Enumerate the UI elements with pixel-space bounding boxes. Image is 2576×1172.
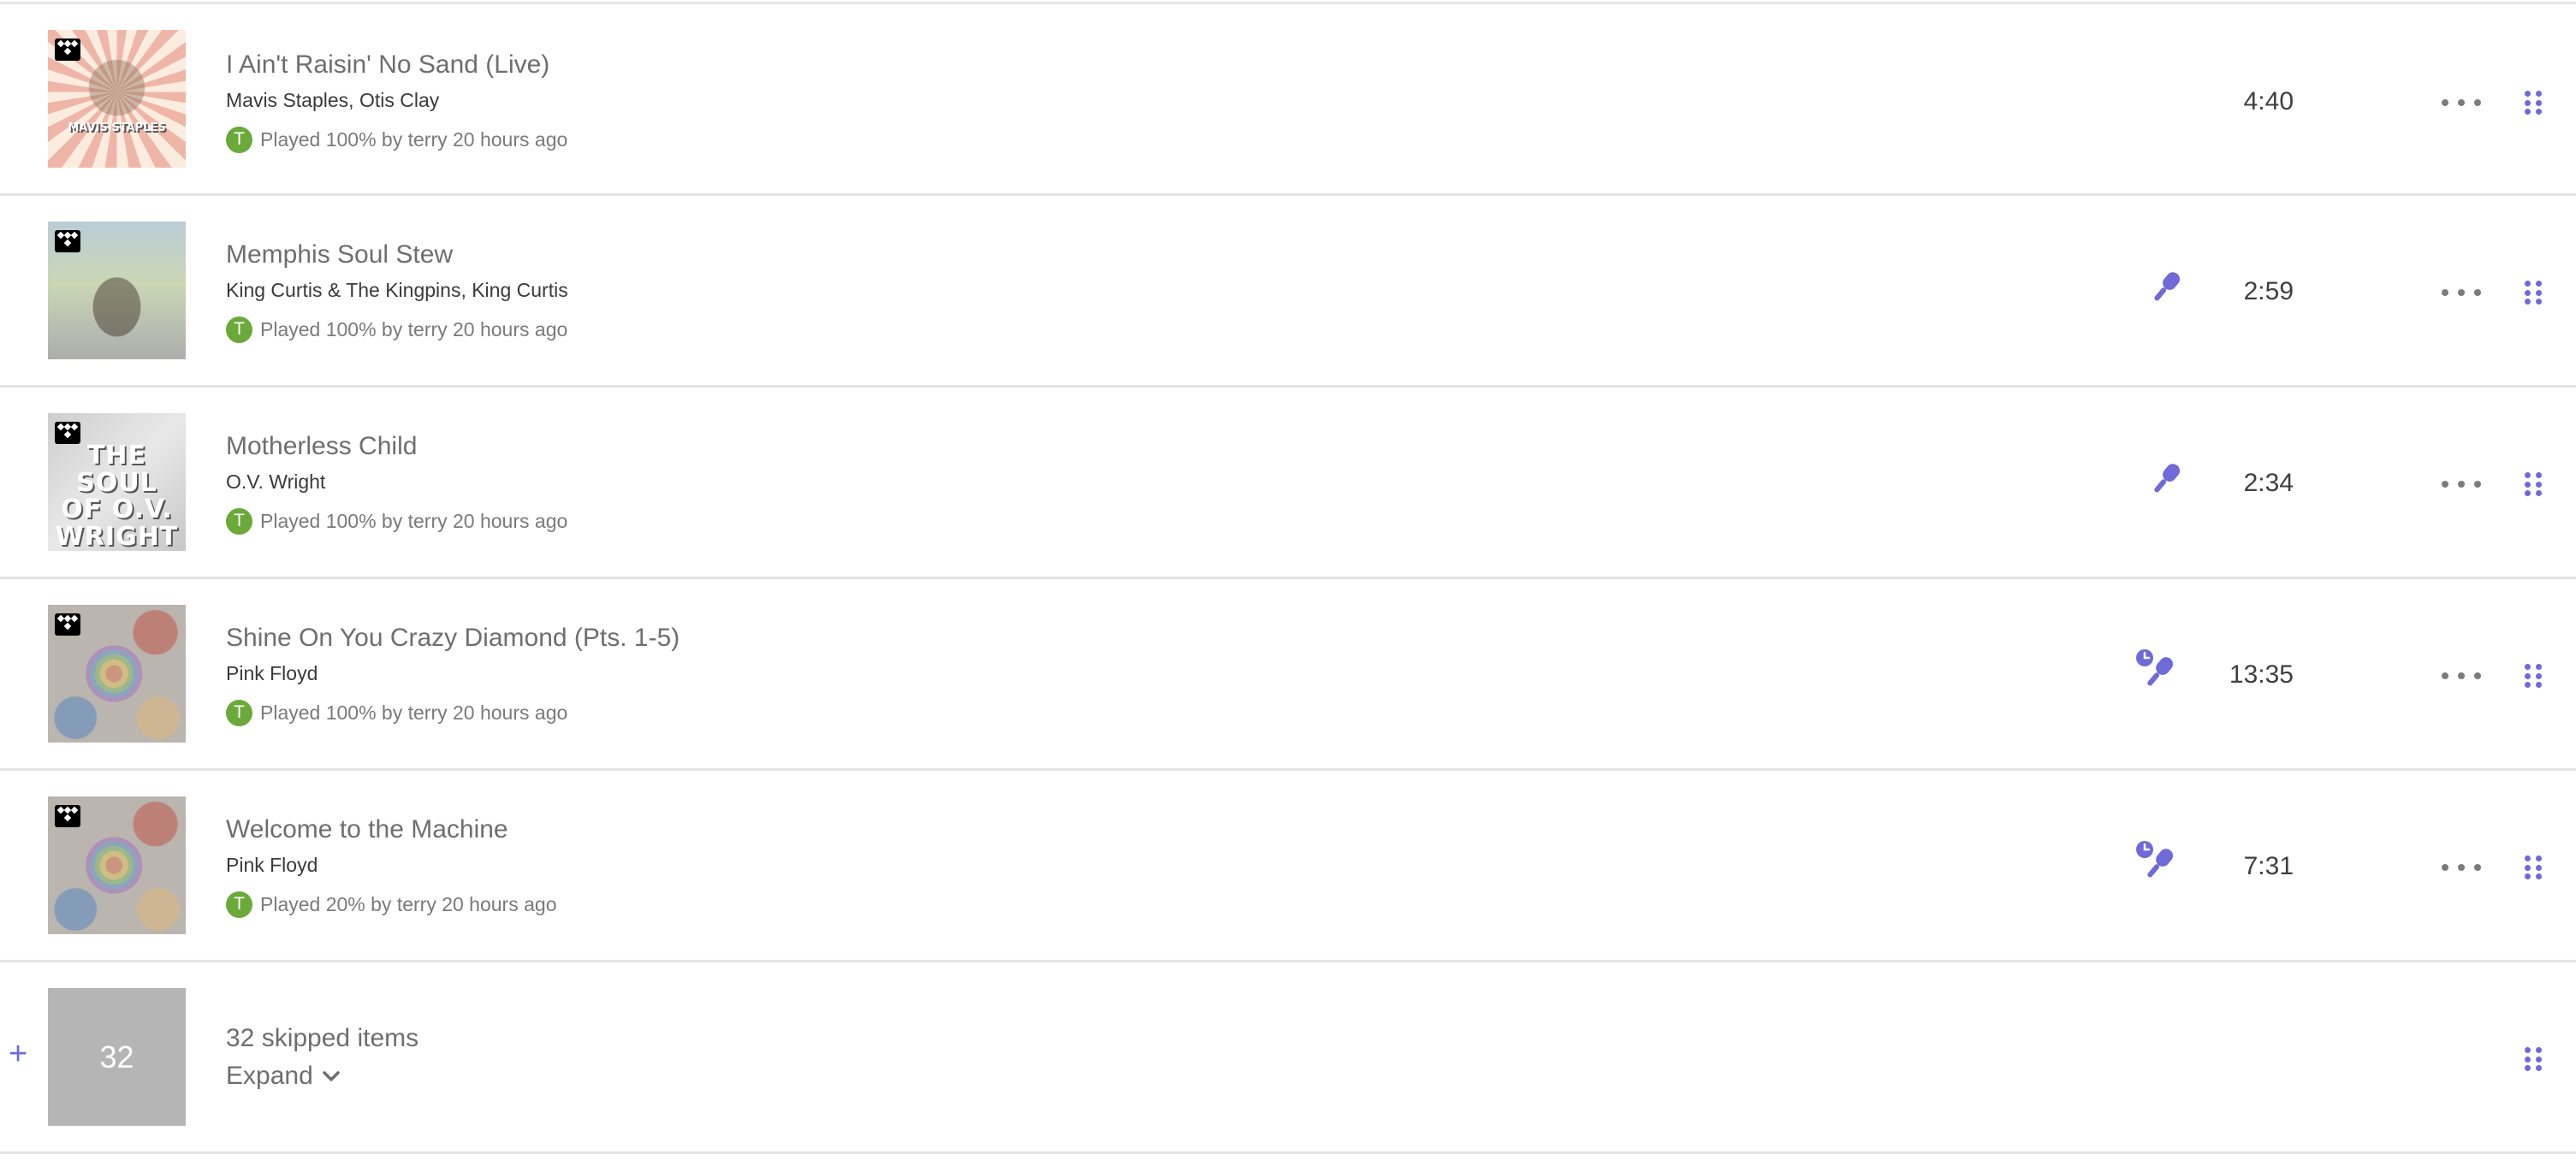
- timed-microphone-icon[interactable]: [2134, 648, 2175, 694]
- drag-handle-icon[interactable]: [2525, 855, 2542, 879]
- track-duration: 4:40: [2243, 87, 2294, 115]
- played-status: T Played 100% by terry 20 hours ago: [226, 126, 567, 153]
- track-duration: 2:59: [2243, 277, 2294, 305]
- drag-handle-icon[interactable]: [2525, 91, 2542, 115]
- plus-icon[interactable]: +: [9, 1038, 27, 1070]
- track-artists[interactable]: King Curtis & The Kingpins, King Curtis: [226, 279, 568, 302]
- played-text: Played 20% by terry 20 hours ago: [260, 892, 557, 915]
- played-status: T Played 100% by terry 20 hours ago: [226, 316, 567, 343]
- album-art-text: MAVIS STAPLES: [68, 121, 166, 134]
- album-art[interactable]: [48, 796, 186, 934]
- tidal-icon: [55, 38, 80, 61]
- track-row[interactable]: MAVIS STAPLES I Ain't Raisin' No Sand (L…: [0, 4, 2576, 196]
- microphone-icon[interactable]: [2146, 268, 2184, 309]
- tidal-icon: [55, 422, 80, 444]
- more-options-icon[interactable]: [2442, 287, 2481, 299]
- more-options-icon[interactable]: [2442, 670, 2481, 682]
- timed-microphone-icon[interactable]: [2134, 839, 2175, 885]
- album-art[interactable]: THE SOUL OF O.V. WRIGHT: [48, 413, 186, 551]
- skipped-items-label: 32 skipped items: [226, 1024, 419, 1052]
- track-title[interactable]: Motherless Child: [226, 432, 417, 461]
- play-history-list: MAVIS STAPLES I Ain't Raisin' No Sand (L…: [0, 0, 2576, 1154]
- track-duration: 2:34: [2243, 469, 2294, 497]
- album-art[interactable]: [48, 605, 186, 743]
- more-options-icon[interactable]: [2442, 478, 2481, 490]
- played-status: T Played 100% by terry 20 hours ago: [226, 507, 567, 535]
- track-title[interactable]: Shine On You Crazy Diamond (Pts. 1-5): [226, 624, 680, 653]
- more-options-icon[interactable]: [2442, 97, 2481, 109]
- track-artists[interactable]: Pink Floyd: [226, 854, 318, 877]
- user-avatar: T: [226, 891, 252, 918]
- tidal-icon: [55, 230, 80, 252]
- drag-handle-icon[interactable]: [2525, 281, 2542, 305]
- tidal-icon: [55, 805, 80, 827]
- chevron-down-icon: [323, 1071, 340, 1081]
- track-artists[interactable]: O.V. Wright: [226, 471, 325, 494]
- album-art-text: THE SOUL OF O.V. WRIGHT: [55, 441, 179, 551]
- user-avatar: T: [226, 316, 252, 343]
- drag-handle-icon[interactable]: [2525, 664, 2542, 688]
- skipped-items-row: + 32 32 skipped items Expand: [0, 962, 2576, 1154]
- track-row[interactable]: THE SOUL OF O.V. WRIGHT Motherless Child…: [0, 388, 2576, 579]
- played-status: T Played 20% by terry 20 hours ago: [226, 891, 556, 918]
- track-row[interactable]: Memphis Soul Stew King Curtis & The King…: [0, 196, 2576, 388]
- played-text: Played 100% by terry 20 hours ago: [260, 317, 568, 340]
- expand-label: Expand: [226, 1062, 313, 1090]
- drag-handle-icon[interactable]: [2525, 1047, 2542, 1071]
- expand-button[interactable]: Expand: [226, 1062, 341, 1091]
- user-avatar: T: [226, 126, 252, 153]
- microphone-icon[interactable]: [2146, 459, 2184, 500]
- track-row[interactable]: Shine On You Crazy Diamond (Pts. 1-5) Pi…: [0, 579, 2576, 771]
- user-avatar: T: [226, 699, 252, 726]
- skipped-count-tile: 32: [48, 988, 186, 1126]
- track-row[interactable]: Welcome to the Machine Pink Floyd T Play…: [0, 771, 2576, 962]
- played-text: Played 100% by terry 20 hours ago: [260, 127, 568, 151]
- user-avatar: T: [226, 507, 252, 535]
- track-title[interactable]: I Ain't Raisin' No Sand (Live): [226, 50, 549, 80]
- drag-handle-icon[interactable]: [2525, 472, 2542, 496]
- played-text: Played 100% by terry 20 hours ago: [260, 701, 568, 724]
- track-artists[interactable]: Mavis Staples, Otis Clay: [226, 89, 439, 112]
- tidal-icon: [55, 613, 80, 636]
- more-options-icon[interactable]: [2442, 861, 2481, 873]
- track-title[interactable]: Welcome to the Machine: [226, 815, 508, 844]
- track-duration: 13:35: [2229, 660, 2294, 689]
- album-art[interactable]: MAVIS STAPLES: [48, 30, 186, 168]
- track-duration: 7:31: [2243, 852, 2294, 880]
- track-title[interactable]: Memphis Soul Stew: [226, 240, 453, 269]
- track-artists[interactable]: Pink Floyd: [226, 662, 318, 685]
- played-text: Played 100% by terry 20 hours ago: [260, 509, 568, 532]
- album-art[interactable]: [48, 222, 186, 359]
- played-status: T Played 100% by terry 20 hours ago: [226, 699, 567, 726]
